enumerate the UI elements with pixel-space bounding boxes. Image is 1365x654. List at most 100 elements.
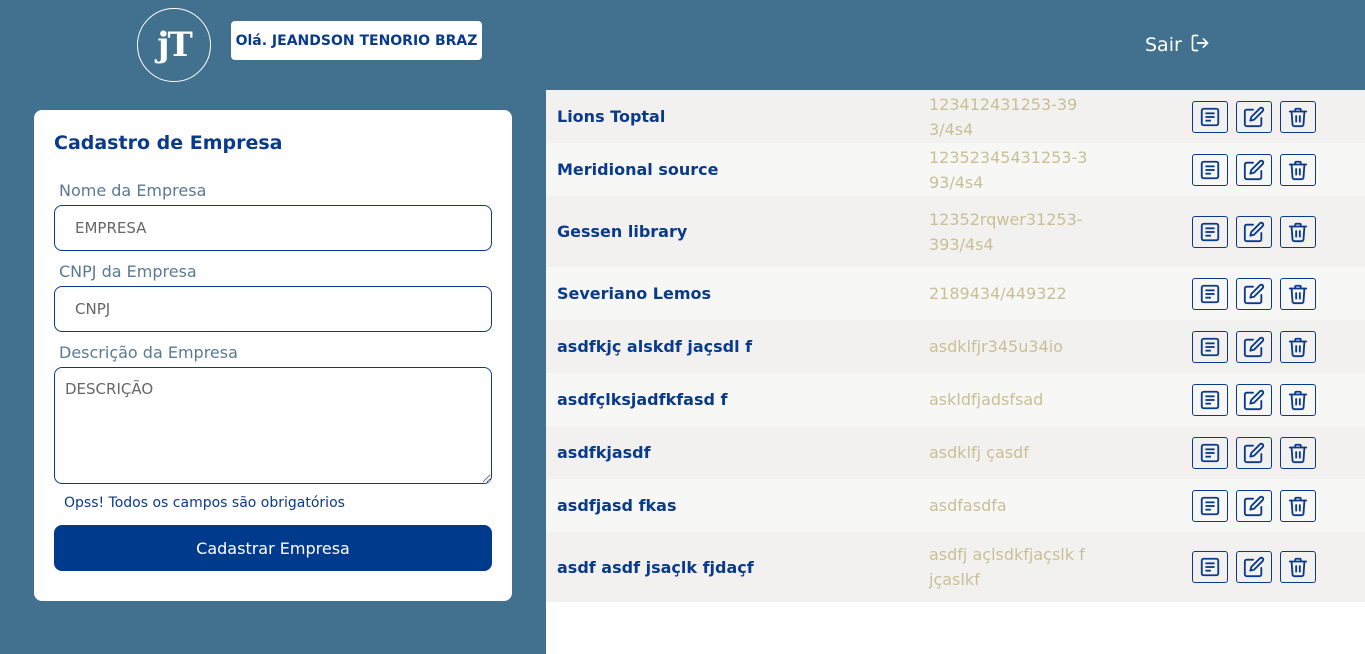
company-cnpj: asdfj açlsdkfjaçslk fjçaslkf	[929, 545, 1085, 589]
company-name: asdfkjç alskdf jaçsdl f	[557, 337, 753, 356]
cnpj-label: CNPJ da Empresa	[59, 262, 197, 281]
description-textarea[interactable]	[54, 367, 492, 484]
delete-button[interactable]	[1280, 489, 1316, 522]
trash-icon	[1287, 389, 1309, 411]
company-name: Meridional source	[557, 160, 719, 179]
cnpj-input[interactable]	[54, 286, 492, 332]
company-row: Lions Toptal 123412431253-393/4s4	[546, 90, 1365, 143]
details-icon	[1199, 442, 1221, 464]
company-row: Gessen library 12352rqwer31253-393/4s4	[546, 196, 1365, 267]
delete-button[interactable]	[1280, 551, 1316, 583]
company-cnpj: 12352345431253-393/4s4	[929, 147, 1088, 192]
company-row: asdfkjç alskdf jaçsdl f asdklfjr345u34io	[546, 320, 1365, 373]
details-button[interactable]	[1192, 330, 1228, 363]
edit-icon	[1243, 159, 1265, 181]
row-actions	[1192, 153, 1316, 186]
details-icon	[1199, 159, 1221, 181]
company-name: asdfjasd fkas	[557, 496, 677, 515]
user-greeting: Olá. JEANDSON TENORIO BRAZ	[231, 21, 482, 60]
trash-icon	[1287, 159, 1309, 181]
trash-icon	[1287, 283, 1309, 305]
trash-icon	[1287, 106, 1309, 128]
delete-button[interactable]	[1280, 330, 1316, 363]
details-button[interactable]	[1192, 551, 1228, 583]
details-icon	[1199, 221, 1221, 243]
delete-button[interactable]	[1280, 383, 1316, 416]
edit-icon	[1243, 221, 1265, 243]
company-registration-form: Cadastro de Empresa Nome da Empresa CNPJ…	[34, 110, 512, 601]
edit-button[interactable]	[1236, 277, 1272, 310]
trash-icon	[1287, 495, 1309, 517]
edit-icon	[1243, 495, 1265, 517]
row-actions	[1192, 100, 1316, 133]
trash-icon	[1287, 336, 1309, 358]
company-name: Gessen library	[557, 222, 688, 241]
details-icon	[1199, 495, 1221, 517]
edit-icon	[1243, 283, 1265, 305]
company-row: asdfkjasdf asdklfj çasdf	[546, 426, 1365, 479]
description-label: Descrição da Empresa	[59, 343, 238, 362]
company-name: asdfkjasdf	[557, 443, 651, 462]
company-cnpj: 12352rqwer31253-393/4s4	[929, 209, 1083, 254]
row-actions	[1192, 277, 1316, 310]
company-cnpj: askldfjadsfsad	[929, 390, 1044, 409]
details-button[interactable]	[1192, 489, 1228, 522]
company-name: asdf asdf jsaçlk fjdaçf	[557, 557, 754, 577]
register-company-button[interactable]: Cadastrar Empresa	[54, 525, 492, 571]
edit-button[interactable]	[1236, 153, 1272, 186]
logout-button[interactable]: Sair	[1145, 32, 1210, 58]
delete-button[interactable]	[1280, 100, 1316, 133]
details-icon	[1199, 336, 1221, 358]
edit-button[interactable]	[1236, 215, 1272, 248]
company-list-rows: Lions Toptal 123412431253-393/4s4 Meridion…	[546, 90, 1365, 602]
delete-button[interactable]	[1280, 436, 1316, 469]
company-cnpj: asdklfj çasdf	[929, 443, 1029, 462]
trash-icon	[1287, 221, 1309, 243]
details-button[interactable]	[1192, 277, 1228, 310]
company-row: asdfçlksjadfkfasd f askldfjadsfsad	[546, 373, 1365, 426]
edit-icon	[1243, 336, 1265, 358]
delete-button[interactable]	[1280, 277, 1316, 310]
details-icon	[1199, 389, 1221, 411]
logo: jT	[137, 8, 211, 82]
edit-icon	[1243, 556, 1265, 578]
details-button[interactable]	[1192, 153, 1228, 186]
edit-button[interactable]	[1236, 489, 1272, 522]
edit-button[interactable]	[1236, 100, 1272, 133]
details-button[interactable]	[1192, 100, 1228, 133]
company-name: Severiano Lemos	[557, 284, 712, 303]
company-cnpj: asdfasdfa	[929, 496, 1007, 515]
details-button[interactable]	[1192, 215, 1228, 248]
company-row: Severiano Lemos 2189434/449322	[546, 267, 1365, 320]
company-cnpj: 123412431253-393/4s4	[929, 94, 1078, 139]
edit-button[interactable]	[1236, 330, 1272, 363]
company-name: asdfçlksjadfkfasd f	[557, 390, 728, 409]
row-actions	[1192, 436, 1316, 469]
delete-button[interactable]	[1280, 215, 1316, 248]
edit-icon	[1243, 442, 1265, 464]
row-actions	[1192, 489, 1316, 522]
logout-icon	[1190, 33, 1210, 58]
company-cnpj: 2189434/449322	[929, 284, 1067, 303]
company-list: Lions Toptal 123412431253-393/4s4 Meridion…	[546, 90, 1365, 654]
edit-button[interactable]	[1236, 551, 1272, 583]
row-actions	[1192, 215, 1316, 248]
edit-button[interactable]	[1236, 383, 1272, 416]
row-actions	[1192, 551, 1316, 583]
logo-text: jT	[157, 25, 193, 65]
details-button[interactable]	[1192, 436, 1228, 469]
validation-error-message: Opss! Todos os campos são obrigatórios	[64, 495, 345, 511]
trash-icon	[1287, 556, 1309, 578]
details-button[interactable]	[1192, 383, 1228, 416]
company-row: asdfjasd fkas asdfasdfa	[546, 479, 1365, 532]
details-icon	[1199, 283, 1221, 305]
company-row: asdf asdf jsaçlk fjdaçf asdfj açlsdkfjaçs…	[546, 532, 1365, 602]
company-name-input[interactable]	[54, 205, 492, 251]
edit-button[interactable]	[1236, 436, 1272, 469]
company-row: Meridional source 12352345431253-393/4s4	[546, 143, 1365, 196]
row-actions	[1192, 383, 1316, 416]
details-icon	[1199, 106, 1221, 128]
trash-icon	[1287, 442, 1309, 464]
edit-icon	[1243, 106, 1265, 128]
delete-button[interactable]	[1280, 153, 1316, 186]
